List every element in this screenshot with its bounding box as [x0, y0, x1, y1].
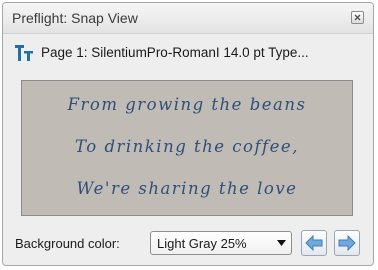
background-color-value: Light Gray 25%	[157, 236, 247, 251]
background-color-select[interactable]: Light Gray 25%	[150, 231, 292, 255]
arrow-right-icon	[338, 235, 356, 251]
preview-line-3: We're sharing the love	[76, 179, 298, 198]
snap-view-panel: Preflight: Snap View Page 1: SilentiumPr…	[2, 2, 374, 266]
background-color-label: Background color:	[15, 236, 120, 251]
snap-preview: From growing the beans To drinking the c…	[21, 80, 353, 216]
arrow-left-icon	[305, 235, 323, 251]
chevron-down-icon	[277, 240, 286, 246]
preview-line-1: From growing the beans	[67, 95, 307, 114]
previous-button[interactable]	[301, 230, 327, 256]
close-button[interactable]	[351, 11, 364, 24]
close-icon	[354, 14, 361, 21]
background-color-row: Background color: Light Gray 25%	[3, 229, 373, 257]
next-button[interactable]	[334, 230, 360, 256]
object-info-row: Page 1: SilentiumPro-RomanI 14.0 pt Type…	[3, 41, 373, 67]
panel-title: Preflight: Snap View	[12, 10, 138, 26]
preview-line-2: To drinking the coffee,	[75, 137, 299, 156]
title-bar: Preflight: Snap View	[3, 3, 373, 34]
type-icon	[15, 45, 33, 61]
object-description: Page 1: SilentiumPro-RomanI 14.0 pt Type…	[41, 45, 309, 60]
